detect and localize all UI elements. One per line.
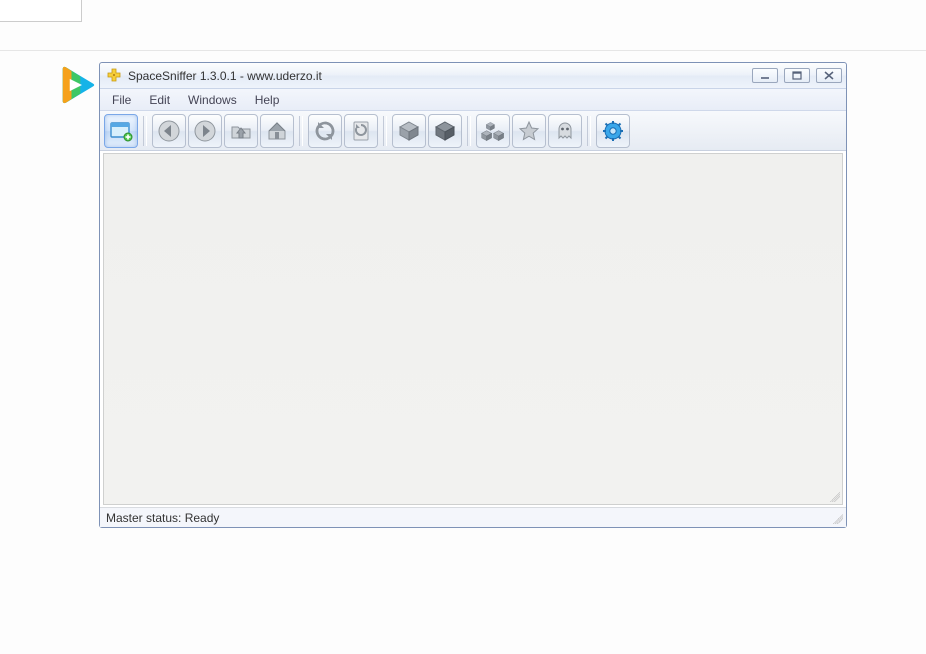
refresh-icon <box>313 119 337 143</box>
close-button[interactable] <box>816 68 842 83</box>
folder-up-icon <box>229 119 253 143</box>
refresh-button[interactable] <box>308 114 342 148</box>
favorites-button[interactable] <box>512 114 546 148</box>
settings-button[interactable] <box>596 114 630 148</box>
new-view-button[interactable] <box>104 114 138 148</box>
toolbar-separator <box>587 116 591 146</box>
toolbar-separator <box>383 116 387 146</box>
menu-bar: File Edit Windows Help <box>100 89 846 111</box>
back-button[interactable] <box>152 114 186 148</box>
title-bar[interactable]: SpaceSniffer 1.3.0.1 - www.uderzo.it <box>100 63 846 89</box>
back-arrow-icon <box>157 119 181 143</box>
gear-icon <box>601 119 625 143</box>
go-up-button[interactable] <box>224 114 258 148</box>
zoom-less-button[interactable] <box>392 114 426 148</box>
status-text: Master status: Ready <box>106 511 219 525</box>
zoom-more-button[interactable] <box>428 114 462 148</box>
file-classes-button[interactable] <box>476 114 510 148</box>
menu-file[interactable]: File <box>104 91 139 109</box>
refresh-page-icon <box>349 119 373 143</box>
star-icon <box>517 119 541 143</box>
cube-dark-icon <box>433 119 457 143</box>
maximize-button[interactable] <box>784 68 810 83</box>
content-area[interactable] <box>103 153 843 505</box>
app-window: SpaceSniffer 1.3.0.1 - www.uderzo.it Fil… <box>99 62 847 528</box>
cube-light-icon <box>397 119 421 143</box>
toolbar-separator <box>467 116 471 146</box>
tencent-video-play-icon <box>54 64 96 106</box>
toolbar-separator <box>143 116 147 146</box>
status-bar: Master status: Ready <box>100 507 846 527</box>
forward-button[interactable] <box>188 114 222 148</box>
refresh-view-button[interactable] <box>344 114 378 148</box>
toolbar <box>100 111 846 151</box>
menu-edit[interactable]: Edit <box>141 91 178 109</box>
minimize-button[interactable] <box>752 68 778 83</box>
go-home-button[interactable] <box>260 114 294 148</box>
app-icon <box>106 68 122 84</box>
background-divider <box>0 50 926 51</box>
menu-windows[interactable]: Windows <box>180 91 245 109</box>
background-fragment <box>0 0 82 22</box>
cubes-icon <box>481 119 505 143</box>
home-icon <box>265 119 289 143</box>
new-view-icon <box>109 119 133 143</box>
forward-arrow-icon <box>193 119 217 143</box>
menu-help[interactable]: Help <box>247 91 288 109</box>
toolbar-separator <box>299 116 303 146</box>
ghost-filter-button[interactable] <box>548 114 582 148</box>
window-title: SpaceSniffer 1.3.0.1 - www.uderzo.it <box>128 69 322 83</box>
ghost-icon <box>553 119 577 143</box>
